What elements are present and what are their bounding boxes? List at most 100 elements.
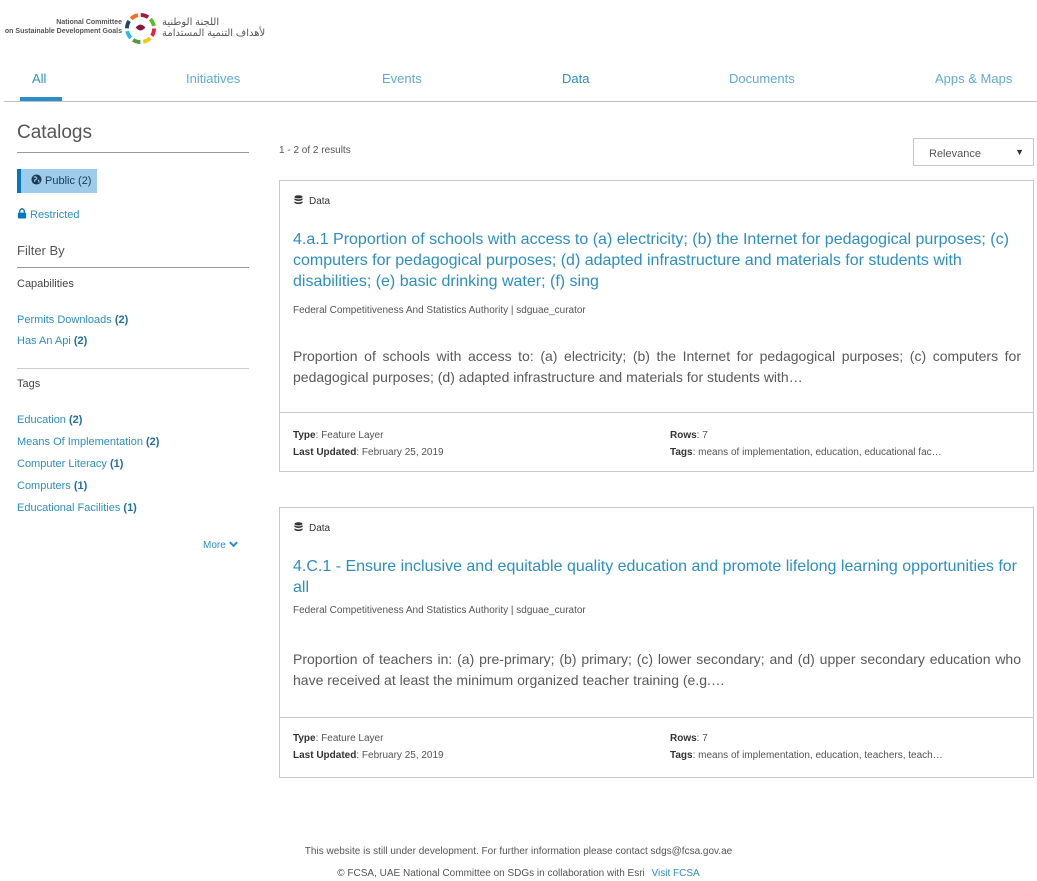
logo-english-text: National Committee on Sustainable Develo… <box>4 18 122 36</box>
meta-key: Type <box>293 430 316 441</box>
result-card: Data 4.a.1 Proportion of schools with ac… <box>279 180 1034 472</box>
result-type: Data <box>294 195 330 207</box>
catalog-restricted-label: Restricted <box>30 209 80 221</box>
facet-label: Education <box>17 414 66 426</box>
facet-count: (1) <box>73 480 88 492</box>
logo-ar-line1: اللجنة الوطنية <box>162 17 220 28</box>
results-count: 1 - 2 of 2 results <box>279 145 351 156</box>
tab-initiatives[interactable]: Initiatives <box>186 71 240 86</box>
result-card: Data 4.C.1 - Ensure inclusive and equita… <box>279 507 1034 778</box>
meta-value: : Feature Layer <box>315 733 384 744</box>
meta-last-updated: Last Updated: February 25, 2019 <box>293 750 444 761</box>
result-description: Proportion of teachers in: (a) pre-prima… <box>293 651 1021 688</box>
meta-value: : Feature Layer <box>315 430 384 441</box>
tab-documents[interactable]: Documents <box>729 71 795 86</box>
header-logo[interactable]: National Committee on Sustainable Develo… <box>0 0 1037 50</box>
meta-value: : February 25, 2019 <box>356 750 444 761</box>
capabilities-heading: Capabilities <box>17 278 74 290</box>
meta-key: Type <box>293 733 316 744</box>
sidebar-divider <box>17 368 249 369</box>
more-tags-link[interactable]: More <box>203 540 238 551</box>
sort-value: Relevance <box>929 148 981 160</box>
result-source: Federal Competitiveness And Statistics A… <box>293 605 586 616</box>
facet-label: Permits Downloads <box>17 314 112 326</box>
meta-value: : February 25, 2019 <box>356 447 444 458</box>
facet-label: Has An Api <box>17 335 71 347</box>
meta-value: : means of implementation, education, ed… <box>692 447 942 458</box>
facet-count: (1) <box>123 502 137 514</box>
facet-tag-means-of-implementation[interactable]: Means Of Implementation (2) <box>17 436 159 448</box>
meta-type: Type: Feature Layer <box>293 733 383 744</box>
catalog-public-label: Public <box>45 175 75 187</box>
facet-permits-downloads[interactable]: Permits Downloads (2) <box>17 314 128 326</box>
result-title-link[interactable]: 4.C.1 - Ensure inclusive and equitable q… <box>293 556 1023 598</box>
facet-label: Educational Facilities <box>17 502 121 514</box>
result-title-link[interactable]: 4.a.1 Proportion of schools with access … <box>293 229 1023 292</box>
meta-tags: Tags: means of implementation, education… <box>670 447 942 458</box>
facet-count: (2) <box>146 436 160 448</box>
catalog-public-count: (2) <box>78 175 92 187</box>
meta-last-updated: Last Updated: February 25, 2019 <box>293 447 444 458</box>
logo-ar-line2: لأهداف التنمية المستدامة <box>162 28 266 39</box>
card-divider <box>280 717 1033 718</box>
meta-key: Tags <box>670 447 693 458</box>
meta-key: Rows <box>670 733 697 744</box>
card-divider <box>280 412 1033 413</box>
catalog-restricted[interactable]: Restricted <box>17 208 80 221</box>
database-icon <box>294 195 303 205</box>
facet-tag-education[interactable]: Education (2) <box>17 414 82 426</box>
sidebar: Catalogs Public (2) Restricted Filter By… <box>17 122 249 551</box>
facet-count: (2) <box>114 314 129 326</box>
facet-tag-computer-literacy[interactable]: Computer Literacy (1) <box>17 458 123 470</box>
catalogs-title: Catalogs <box>17 122 249 153</box>
more-label: More <box>203 540 226 551</box>
tab-all[interactable]: All <box>32 71 46 86</box>
result-type-label: Data <box>309 523 331 534</box>
facet-label: Means Of Implementation <box>17 436 143 448</box>
filter-by-heading: Filter By <box>17 243 249 268</box>
facet-label: Computers <box>17 480 71 492</box>
active-tab-indicator <box>20 97 62 101</box>
facet-tag-computers[interactable]: Computers (1) <box>17 480 87 492</box>
caret-down-icon: ▼ <box>1015 147 1024 157</box>
logo-arabic-text: اللجنة الوطنية لأهداف التنمية المستدامة <box>162 17 265 39</box>
result-type: Data <box>294 522 330 534</box>
footer-copyright-text: © FCSA, UAE National Committee on SDGs i… <box>337 868 645 879</box>
sort-dropdown[interactable]: Relevance ▼ <box>913 138 1034 166</box>
footer-copyright: © FCSA, UAE National Committee on SDGs i… <box>0 868 1037 879</box>
facet-has-an-api[interactable]: Has An Api (2) <box>17 335 87 347</box>
globe-icon <box>31 174 42 185</box>
facet-count: (2) <box>69 414 83 426</box>
footer-notice: This website is still under development.… <box>304 846 733 857</box>
meta-key: Tags <box>670 750 693 761</box>
meta-type: Type: Feature Layer <box>293 430 383 441</box>
logo-en-line2: on Sustainable Development Goals <box>4 28 122 35</box>
result-type-label: Data <box>309 196 331 207</box>
facet-count: (2) <box>73 335 88 347</box>
meta-rows: Rows: 7 <box>670 733 708 744</box>
meta-value: : means of implementation, education, te… <box>692 750 943 761</box>
meta-value: : 7 <box>696 733 708 744</box>
visit-fcsa-link[interactable]: Visit FCSA <box>652 868 700 879</box>
meta-key: Rows <box>670 430 697 441</box>
meta-rows: Rows: 7 <box>670 430 708 441</box>
meta-key: Last Updated <box>293 447 357 458</box>
result-description: Proportion of schools with access to: (a… <box>293 348 1021 385</box>
chevron-down-icon <box>228 541 238 548</box>
meta-tags: Tags: means of implementation, education… <box>670 750 943 761</box>
sdg-wheel-icon <box>125 13 156 44</box>
database-icon <box>294 522 303 532</box>
logo-en-line1: National Committee <box>56 19 122 26</box>
meta-key: Last Updated <box>293 750 357 761</box>
tags-heading: Tags <box>17 378 41 390</box>
facet-count: (1) <box>109 458 124 470</box>
catalog-public[interactable]: Public (2) <box>17 169 98 193</box>
lock-icon <box>17 208 27 219</box>
tab-events[interactable]: Events <box>382 71 422 86</box>
meta-value: : 7 <box>696 430 708 441</box>
result-source: Federal Competitiveness And Statistics A… <box>293 305 586 316</box>
facet-label: Computer Literacy <box>17 458 107 470</box>
facet-tag-educational-facilities[interactable]: Educational Facilities (1) <box>17 502 137 514</box>
tab-apps-maps[interactable]: Apps & Maps <box>935 71 1012 86</box>
tab-data[interactable]: Data <box>562 71 589 86</box>
